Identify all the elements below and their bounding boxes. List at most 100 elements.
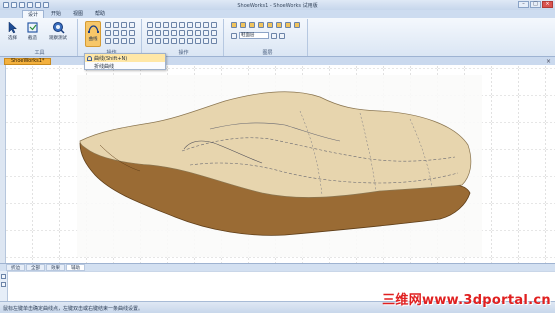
trim-icon[interactable] [121,38,127,44]
curve-button[interactable]: 曲线 [85,21,101,47]
rectangle-icon[interactable] [129,22,135,28]
layer-icon-8[interactable] [294,22,300,28]
menu-item-curve[interactable]: 曲线(Shift+N) [85,54,165,62]
bottom-panel-tabs: 折边 全部 效果 辅助 [0,263,555,271]
scale-icon[interactable] [163,22,169,28]
copy-icon[interactable] [147,30,153,36]
ribbon-tabs: 设计 开始 视图 帮助 [0,10,555,18]
join-icon[interactable] [179,22,185,28]
circle-icon[interactable] [105,30,111,36]
crop-icon [26,21,39,34]
layer-icon-1[interactable] [231,22,237,28]
square-icon[interactable] [113,30,119,36]
edit-tools-grid [105,22,135,44]
notch-icon[interactable] [211,30,217,36]
move-icon[interactable] [147,22,153,28]
window-title: ShoeWorks1 - ShoeWorks 试用版 [237,3,318,9]
layer-icon-7[interactable] [285,22,291,28]
cursor-icon [6,21,19,34]
panel-tab-all[interactable]: 全部 [26,264,45,271]
document-tab[interactable]: ShoeWorks1* [4,58,52,65]
text-icon[interactable] [121,30,127,36]
panel-tab-fold[interactable]: 折边 [6,264,25,271]
line-icon[interactable] [105,22,111,28]
export-icon[interactable] [211,38,217,44]
line-width-icon[interactable] [279,32,285,39]
align-icon[interactable] [171,22,177,28]
layer-icon-2[interactable] [240,22,246,28]
grade-icon[interactable] [203,30,209,36]
punch-icon[interactable] [163,38,169,44]
curve-menu-icon [87,55,92,61]
tab-view[interactable]: 视图 [68,10,88,18]
panel-list-icon[interactable] [1,282,6,287]
polyline-menu-icon [87,64,92,69]
panel-pin-icon[interactable] [1,274,6,279]
label-icon[interactable] [179,38,185,44]
tab-design[interactable]: 设计 [22,10,45,18]
close-document-icon[interactable]: × [546,58,551,65]
group-tools-label: 工具 [34,50,45,56]
close-button[interactable]: × [542,1,553,8]
seam-icon[interactable] [147,38,153,44]
ungroup-icon[interactable] [179,30,185,36]
drawing-canvas[interactable] [0,65,555,263]
title-bar: ShoeWorks1 - ShoeWorks 试用版 – □ × [0,0,555,10]
mirror-icon[interactable] [113,38,119,44]
watermark-text: 三维网www.3dportal.cn [382,293,551,308]
layer-icon-6[interactable] [276,22,282,28]
panel-tab-effect[interactable]: 效果 [46,264,65,271]
dimension-icon[interactable] [187,38,193,44]
layer-icon-4[interactable] [258,22,264,28]
layer-selector-row: 鞋面层 [231,32,285,39]
group-tools: 选择 截造 观察测试 工具 [2,19,78,56]
bottom-panel-side [0,271,8,301]
group-layer: 鞋面层 图层 [228,19,308,56]
canvas-svg [0,65,555,263]
arc-icon[interactable] [129,30,135,36]
group-layer-label: 图层 [262,50,273,56]
extend-icon[interactable] [129,38,135,44]
observe-test-button[interactable]: 观察测试 [46,21,70,41]
pencil-icon[interactable] [211,22,217,28]
window-controls: – □ × [518,1,553,8]
menu-item-polyline-curve[interactable]: 折线曲线 [85,62,165,70]
group-edit: 曲线 操作 [82,19,142,56]
curve-icon [87,22,100,35]
status-text: 鼠标左键单击确定曲线点，左键双击或右键结束一条曲线设置。 [3,306,144,312]
ribbon-panel: 选择 截造 观察测试 工具 曲线 操作 鞋面层 图层 [0,18,555,57]
layer-icon-3[interactable] [249,22,255,28]
fold-icon[interactable] [155,38,161,44]
curve-dropdown-menu: 曲线(Shift+N) 折线曲线 [84,53,166,70]
tab-start[interactable]: 开始 [46,10,66,18]
rotate-icon[interactable] [155,22,161,28]
polyline-icon[interactable] [121,22,127,28]
close-shape-icon[interactable] [203,38,209,44]
line-color-icon[interactable] [271,32,277,39]
measure-icon[interactable] [203,22,209,28]
select-button[interactable]: 选择 [4,21,21,41]
minimize-button[interactable]: – [518,1,529,8]
ellipse-icon[interactable] [113,22,119,28]
magnifier-icon [52,21,65,34]
layer-select[interactable]: 鞋面层 [239,32,269,39]
tab-help[interactable]: 帮助 [90,10,110,18]
group-icon[interactable] [171,30,177,36]
operation-tools-grid [147,22,217,44]
crop-button[interactable]: 截造 [24,21,41,41]
canvas-left-ruler [0,65,6,263]
delete-icon[interactable] [163,30,169,36]
maximize-button[interactable]: □ [530,1,541,8]
flip-icon[interactable] [187,30,193,36]
offset-icon[interactable] [105,38,111,44]
node-icon[interactable] [195,22,201,28]
split-icon[interactable] [187,22,193,28]
mark-icon[interactable] [171,38,177,44]
check-icon[interactable] [195,38,201,44]
layer-tools-grid [231,22,301,28]
layer-picker-icon[interactable] [231,32,237,39]
layer-icon-5[interactable] [267,22,273,28]
panel-tab-aux[interactable]: 辅助 [66,264,85,271]
paste-icon[interactable] [155,30,161,36]
stitch-icon[interactable] [195,30,201,36]
